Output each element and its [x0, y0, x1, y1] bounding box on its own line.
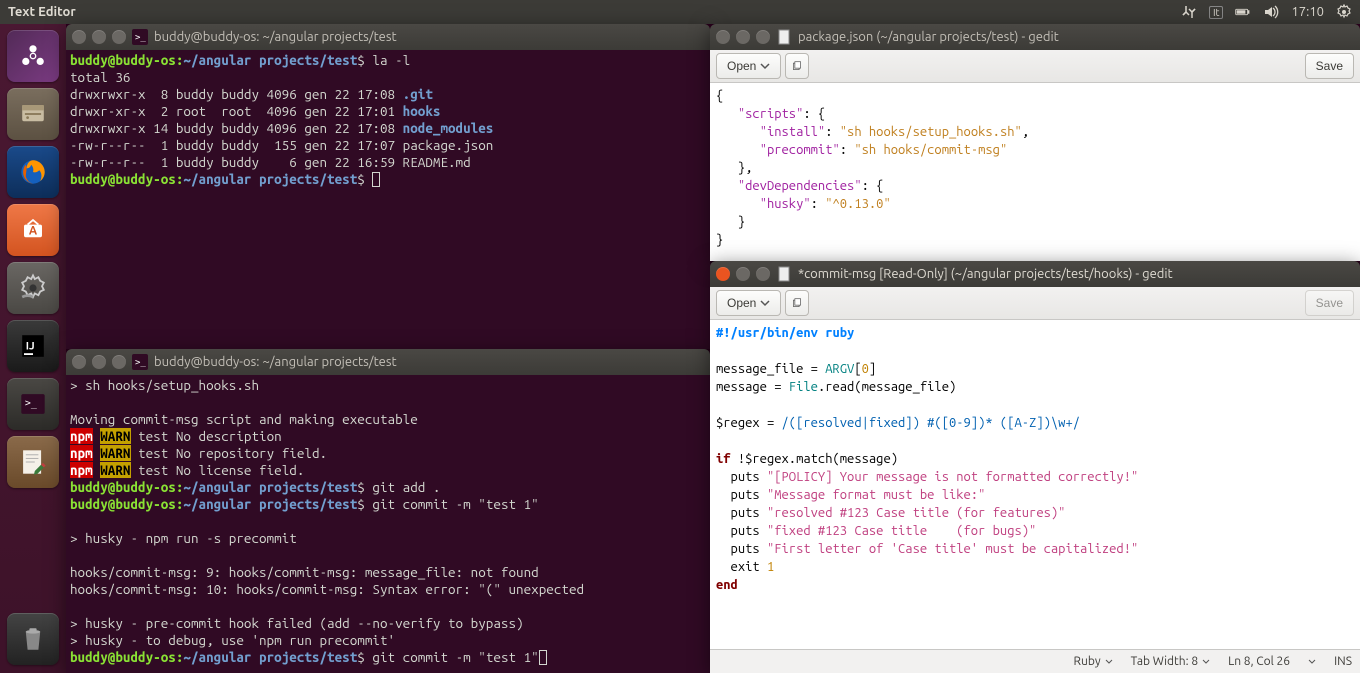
terminal-window-2: >_ buddy@buddy-os: ~/angular projects/te… [66, 349, 710, 673]
terminal-window-1: >_ buddy@buddy-os: ~/angular projects/te… [66, 24, 710, 349]
window-title: package.json (~/angular projects/test) -… [798, 30, 1059, 44]
maximize-icon[interactable] [112, 355, 126, 369]
editor-content[interactable]: #!/usr/bin/env ruby message_file = ARGV[… [710, 320, 1360, 649]
maximize-icon[interactable] [756, 267, 770, 281]
minimize-icon[interactable] [736, 267, 750, 281]
gedit-toolbar: Open Save [710, 50, 1360, 83]
status-cursor-position: Ln 8, Col 26 [1228, 655, 1290, 668]
status-tab-width[interactable]: Tab Width: 8 [1131, 655, 1210, 668]
terminal-titlebar-icon: >_ [132, 29, 148, 45]
save-button[interactable]: Save [1305, 290, 1354, 316]
titlebar[interactable]: package.json (~/angular projects/test) -… [710, 24, 1360, 50]
svg-text:>_: >_ [25, 398, 37, 409]
top-panel: Text Editor It 17:10 [0, 0, 1360, 24]
minimize-icon[interactable] [92, 30, 106, 44]
svg-text:IJ: IJ [26, 341, 35, 353]
gedit-statusbar: Ruby Tab Width: 8 Ln 8, Col 26 INS [710, 649, 1360, 673]
gear-icon[interactable] [1336, 4, 1352, 20]
software-center-icon[interactable]: A [7, 204, 59, 256]
window-title: buddy@buddy-os: ~/angular projects/test [154, 355, 397, 369]
terminal-icon[interactable]: >_ [7, 378, 59, 430]
dash-icon[interactable] [7, 30, 59, 82]
titlebar[interactable]: *commit-msg [Read-Only] (~/angular proje… [710, 261, 1360, 287]
svg-text:>_: >_ [135, 358, 146, 368]
firefox-icon[interactable] [7, 146, 59, 198]
cursor [539, 650, 547, 665]
keyboard-layout-indicator[interactable]: It [1209, 6, 1224, 19]
volume-icon[interactable] [1263, 4, 1279, 20]
close-icon[interactable] [716, 267, 730, 281]
terminal-titlebar-icon: >_ [132, 354, 148, 370]
window-title: buddy@buddy-os: ~/angular projects/test [154, 30, 397, 44]
unity-launcher: A IJ >_ [0, 24, 66, 673]
trash-icon[interactable] [7, 613, 59, 665]
settings-icon[interactable] [7, 262, 59, 314]
maximize-icon[interactable] [756, 30, 770, 44]
clock[interactable]: 17:10 [1291, 5, 1324, 19]
gedit-window-commit-msg: *commit-msg [Read-Only] (~/angular proje… [710, 261, 1360, 673]
close-icon[interactable] [72, 30, 86, 44]
terminal-output[interactable]: > sh hooks/setup_hooks.sh Moving commit-… [66, 375, 710, 673]
status-language[interactable]: Ruby [1074, 655, 1113, 668]
files-icon[interactable] [7, 88, 59, 140]
gedit-window-package-json: package.json (~/angular projects/test) -… [710, 24, 1360, 261]
status-goto[interactable] [1308, 658, 1316, 666]
gedit-toolbar: Open Save [710, 287, 1360, 320]
status-insert-mode[interactable]: INS [1334, 655, 1352, 668]
new-tab-button[interactable] [785, 53, 809, 79]
new-tab-button[interactable] [785, 290, 809, 316]
titlebar[interactable]: >_ buddy@buddy-os: ~/angular projects/te… [66, 349, 710, 375]
cursor [372, 172, 380, 187]
intellij-icon[interactable]: IJ [7, 320, 59, 372]
minimize-icon[interactable] [736, 30, 750, 44]
network-icon[interactable] [1181, 4, 1197, 20]
battery-icon[interactable] [1235, 4, 1251, 20]
close-icon[interactable] [72, 355, 86, 369]
save-button[interactable]: Save [1305, 53, 1354, 79]
minimize-icon[interactable] [92, 355, 106, 369]
close-icon[interactable] [716, 30, 730, 44]
terminal-output[interactable]: buddy@buddy-os:~/angular projects/test$ … [66, 50, 710, 349]
open-button[interactable]: Open [716, 290, 781, 316]
document-icon [776, 266, 792, 282]
window-title: *commit-msg [Read-Only] (~/angular proje… [798, 267, 1173, 281]
active-app-title: Text Editor [8, 5, 76, 19]
text-editor-icon[interactable] [7, 436, 59, 488]
document-icon [776, 29, 792, 45]
editor-content[interactable]: { "scripts": { "install": "sh hooks/setu… [710, 83, 1360, 261]
svg-text:>_: >_ [135, 33, 146, 43]
svg-text:A: A [29, 225, 38, 238]
maximize-icon[interactable] [112, 30, 126, 44]
titlebar[interactable]: >_ buddy@buddy-os: ~/angular projects/te… [66, 24, 710, 50]
open-button[interactable]: Open [716, 53, 781, 79]
